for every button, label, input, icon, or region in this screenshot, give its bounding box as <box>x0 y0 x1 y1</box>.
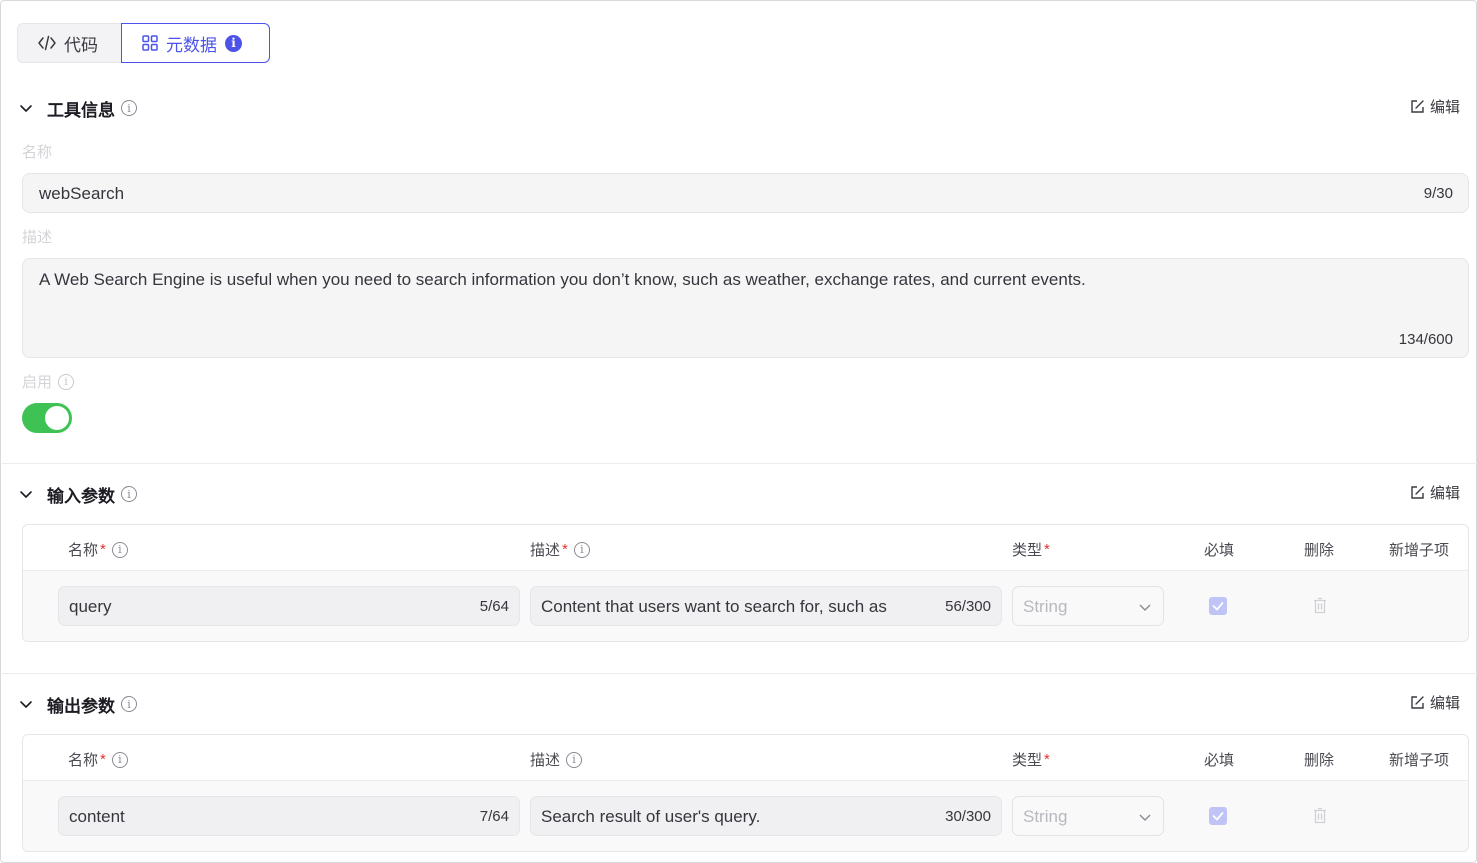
tool-name-count: 9/30 <box>1423 185 1453 202</box>
param-type-select[interactable]: String <box>1012 796 1164 836</box>
trash-icon[interactable] <box>1313 807 1327 824</box>
input-params-title: 输入参数 <box>47 486 115 506</box>
param-type-select[interactable]: String <box>1012 586 1164 626</box>
tab-code-label: 代码 <box>64 35 98 55</box>
col-type: 类型 * <box>1012 541 1050 559</box>
col-type: 类型 * <box>1012 751 1050 769</box>
section-divider <box>2 463 1477 464</box>
col-add-child: 新增子项 <box>1389 752 1450 769</box>
help-icon[interactable]: i <box>121 100 137 116</box>
input-params-table: 名称 * i 描述 * i 类型 * 必填 删除 新增子项 query 5/64 Cont… <box>22 524 1469 642</box>
col-name: 名称 * i <box>68 539 128 560</box>
param-desc-input[interactable]: Content that users want to search for, s… <box>530 586 1002 626</box>
section-divider <box>2 673 1477 674</box>
edit-icon <box>1411 696 1424 709</box>
check-icon <box>1212 602 1224 611</box>
col-required: 必填 <box>1204 752 1235 769</box>
col-delete: 删除 <box>1304 752 1335 769</box>
table-header: 名称 * i 描述 i 类型 * 必填 删除 新增子项 <box>23 735 1468 781</box>
chevron-down-icon[interactable] <box>19 697 33 711</box>
check-icon <box>1212 812 1224 821</box>
help-icon[interactable]: i <box>566 751 583 768</box>
edit-icon <box>1411 486 1424 499</box>
col-add-child: 新增子项 <box>1389 542 1450 559</box>
name-field-label: 名称 <box>22 144 53 161</box>
enable-field-label: 启用 i <box>22 371 75 392</box>
code-icon <box>38 35 56 51</box>
chevron-down-icon <box>1139 814 1151 821</box>
edit-label: 编辑 <box>1429 99 1460 116</box>
edit-label: 编辑 <box>1429 485 1460 502</box>
info-badge-icon: i <box>225 34 242 52</box>
tool-name-input[interactable]: webSearch 9/30 <box>22 173 1469 213</box>
help-icon[interactable]: i <box>58 373 75 390</box>
tab-bar: 代码 元数据 i <box>17 23 270 63</box>
table-header: 名称 * i 描述 * i 类型 * 必填 删除 新增子项 <box>23 525 1468 571</box>
output-params-table: 名称 * i 描述 i 类型 * 必填 删除 新增子项 content 7/64 Sea… <box>22 734 1469 852</box>
tab-metadata[interactable]: 元数据 i <box>121 23 270 63</box>
input-params-edit-button[interactable]: 编辑 <box>1410 482 1460 503</box>
chevron-down-icon[interactable] <box>19 101 33 115</box>
table-row: content 7/64 Search result of user's que… <box>23 781 1468 851</box>
output-params-edit-button[interactable]: 编辑 <box>1410 692 1460 713</box>
enable-toggle[interactable] <box>22 403 72 433</box>
output-params-header: 输出参数 i 编辑 <box>19 692 1460 716</box>
enable-label-text: 启用 <box>22 374 53 391</box>
tool-desc-textarea[interactable]: A Web Search Engine is useful when you n… <box>22 258 1469 358</box>
param-name-input[interactable]: content 7/64 <box>58 796 520 836</box>
help-icon[interactable]: i <box>111 541 128 558</box>
metadata-panel: 代码 元数据 i 工具信息 i 编辑 名称 webSearch 9/30 描述 … <box>0 0 1477 863</box>
desc-field-label: 描述 <box>22 229 53 246</box>
chevron-down-icon[interactable] <box>19 487 33 501</box>
col-required: 必填 <box>1204 542 1235 559</box>
grid-icon <box>142 35 158 51</box>
param-name-input[interactable]: query 5/64 <box>58 586 520 626</box>
col-delete: 删除 <box>1304 542 1335 559</box>
help-icon[interactable]: i <box>573 541 590 558</box>
toggle-knob <box>45 406 69 430</box>
tab-metadata-label: 元数据 <box>166 35 217 55</box>
tool-desc-value: A Web Search Engine is useful when you n… <box>39 270 1086 289</box>
help-icon[interactable]: i <box>121 486 137 502</box>
tool-info-edit-button[interactable]: 编辑 <box>1410 96 1460 117</box>
help-icon[interactable]: i <box>121 696 137 712</box>
trash-icon[interactable] <box>1313 597 1327 614</box>
tool-desc-count: 134/600 <box>1398 331 1453 348</box>
param-desc-input[interactable]: Search result of user's query. 30/300 <box>530 796 1002 836</box>
required-checkbox[interactable] <box>1209 597 1227 615</box>
chevron-down-icon <box>1139 604 1151 611</box>
tool-info-header: 工具信息 i 编辑 <box>19 96 1460 120</box>
table-row: query 5/64 Content that users want to se… <box>23 571 1468 641</box>
output-params-title: 输出参数 <box>47 696 115 716</box>
col-desc: 描述 i <box>530 749 583 770</box>
help-icon[interactable]: i <box>111 751 128 768</box>
col-desc: 描述 * i <box>530 539 590 560</box>
col-name: 名称 * i <box>68 749 128 770</box>
edit-label: 编辑 <box>1429 695 1460 712</box>
tool-name-value: webSearch <box>39 184 125 203</box>
required-checkbox[interactable] <box>1209 807 1227 825</box>
input-params-header: 输入参数 i 编辑 <box>19 482 1460 506</box>
edit-icon <box>1411 100 1424 113</box>
tab-code[interactable]: 代码 <box>17 23 121 63</box>
tool-info-title: 工具信息 <box>47 100 115 120</box>
